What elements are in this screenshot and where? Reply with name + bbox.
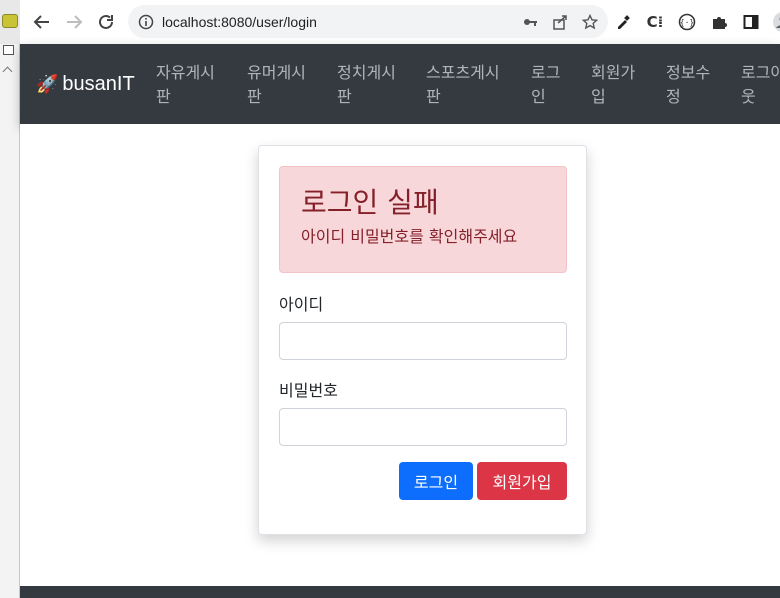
svg-text:{·}: {·} [680, 18, 694, 27]
info-icon[interactable] [138, 14, 154, 30]
nav-item-logout[interactable]: 로그아 웃 [741, 61, 780, 109]
browser-toolbar: localhost:8080/user/login C⁞ {·} [20, 0, 780, 44]
brand-name: busanIT [62, 72, 135, 95]
login-card: 로그인 실패 아이디 비밀번호를 확인해주세요 아이디 비밀번호 로그인 회원가… [258, 145, 587, 535]
nav-item-free-board[interactable]: 자유게시 판 [156, 61, 215, 109]
forward-button[interactable] [58, 6, 90, 38]
nav-item-signup[interactable]: 회원가 입 [591, 61, 635, 109]
nav-item-sports-board[interactable]: 스포츠게시 판 [426, 61, 500, 109]
app-icon [2, 14, 18, 28]
site-footer [20, 586, 780, 598]
reload-icon [99, 14, 113, 29]
signup-button[interactable]: 회원가입 [477, 462, 567, 500]
profile-avatar-icon[interactable] [772, 11, 780, 33]
forward-arrow-icon [67, 15, 83, 29]
password-label: 비밀번호 [279, 381, 338, 400]
key-icon[interactable] [522, 14, 538, 30]
reload-button[interactable] [90, 6, 122, 38]
back-arrow-icon [33, 15, 49, 29]
nav-item-edit-profile[interactable]: 정보수 정 [666, 61, 710, 109]
nav-item-politics-board[interactable]: 정치게시 판 [337, 61, 396, 109]
bookmark-star-icon[interactable] [582, 13, 598, 30]
back-button[interactable] [26, 6, 58, 38]
rocket-icon: 🚀 [36, 73, 59, 94]
nav-item-humor-board[interactable]: 유머게시 판 [247, 61, 306, 109]
code-extension-icon[interactable]: {·} [676, 11, 698, 33]
extensions-puzzle-icon[interactable] [708, 11, 730, 33]
address-bar[interactable]: localhost:8080/user/login [128, 5, 608, 38]
side-panel-icon[interactable] [740, 11, 762, 33]
chevron-up-icon [2, 66, 13, 77]
password-input[interactable] [279, 408, 567, 446]
error-alert: 로그인 실패 아이디 비밀번호를 확인해주세요 [279, 166, 567, 273]
username-label: 아이디 [279, 295, 324, 314]
nav-item-login[interactable]: 로그 인 [531, 61, 560, 109]
background-window-strip [0, 0, 20, 598]
username-input[interactable] [279, 322, 567, 360]
brand-link[interactable]: 🚀 busanIT [36, 44, 135, 124]
site-navbar: 🚀 busanIT 자유게시 판 유머게시 판 정치게시 판 스포츠게시 판 로그 인 회… [20, 44, 780, 124]
alert-message: 아이디 비밀번호를 확인해주세요 [301, 227, 518, 246]
alert-title: 로그인 실패 [301, 186, 439, 219]
share-icon[interactable] [552, 14, 568, 30]
login-button[interactable]: 로그인 [399, 462, 473, 500]
eyedropper-extension-icon[interactable] [612, 11, 634, 33]
url-text[interactable]: localhost:8080/user/login [162, 14, 317, 30]
window-icon [3, 45, 14, 55]
colorzilla-extension-icon[interactable]: C⁞ [644, 11, 666, 33]
